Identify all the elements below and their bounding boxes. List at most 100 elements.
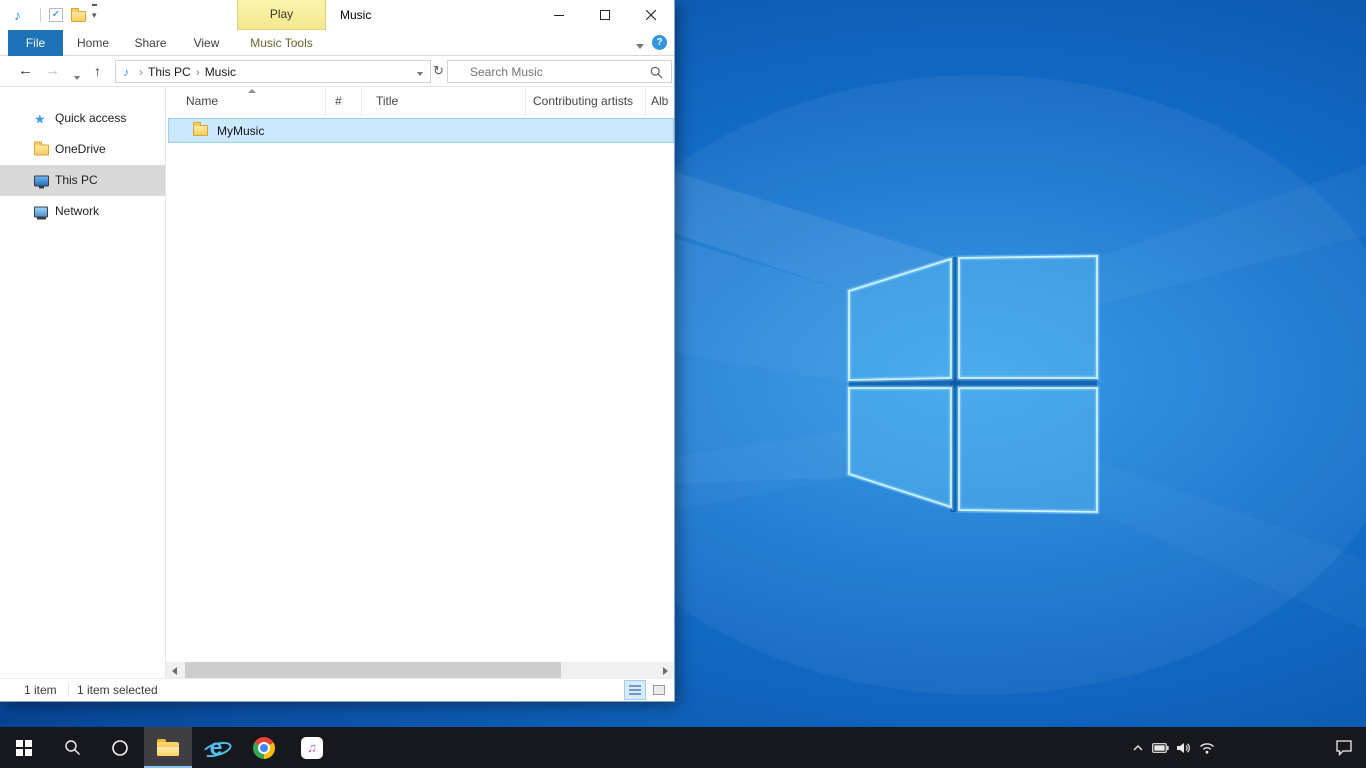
address-bar[interactable]: ♪ › This PC › Music bbox=[115, 60, 431, 83]
tab-view[interactable]: View bbox=[184, 30, 229, 56]
address-music-note-icon: ♪ bbox=[123, 65, 129, 79]
window-controls bbox=[536, 0, 674, 30]
search-icon bbox=[650, 66, 663, 79]
file-row-mymusic[interactable]: MyMusic bbox=[168, 118, 674, 143]
ribbon-collapse-chevron-icon[interactable] bbox=[636, 38, 644, 52]
file-name: MyMusic bbox=[217, 124, 264, 138]
minimize-button[interactable] bbox=[536, 0, 582, 30]
taskbar: e ♫ bbox=[0, 727, 1366, 768]
explorer-body: ★ Quick access OneDrive This PC Network bbox=[0, 87, 674, 679]
battery-icon bbox=[1152, 743, 1169, 753]
forward-button[interactable]: → bbox=[45, 56, 60, 86]
column-header-album[interactable]: Alb bbox=[646, 87, 675, 116]
scroll-right-button[interactable] bbox=[657, 662, 674, 679]
sidebar-item-this-pc[interactable]: This PC bbox=[0, 165, 165, 196]
column-header-artists[interactable]: Contributing artists bbox=[526, 87, 646, 116]
triangle-left-icon bbox=[172, 667, 177, 675]
column-header-number[interactable]: # bbox=[326, 87, 362, 116]
ribbon-tab-row: File Home Share View Music Tools ? bbox=[0, 30, 674, 56]
separator bbox=[40, 8, 41, 22]
help-button[interactable]: ? bbox=[652, 35, 667, 50]
thumbnails-view-button[interactable] bbox=[648, 680, 670, 700]
battery-button[interactable] bbox=[1149, 727, 1172, 768]
breadcrumb-chevron-icon[interactable]: › bbox=[139, 65, 143, 79]
tab-share[interactable]: Share bbox=[127, 30, 174, 56]
tab-home[interactable]: Home bbox=[70, 30, 116, 56]
contextual-group-label[interactable]: Play bbox=[237, 0, 326, 30]
navigation-pane: ★ Quick access OneDrive This PC Network bbox=[0, 87, 166, 679]
chrome-icon bbox=[253, 737, 275, 759]
address-dropdown-chevron-icon[interactable] bbox=[410, 65, 430, 79]
search-input[interactable] bbox=[448, 61, 671, 82]
sidebar-item-label: Quick access bbox=[55, 111, 126, 125]
details-view-button[interactable] bbox=[624, 680, 646, 700]
minimize-icon bbox=[554, 10, 564, 20]
sidebar-item-quick-access[interactable]: ★ Quick access bbox=[0, 103, 165, 134]
taskbar-itunes-button[interactable]: ♫ bbox=[288, 727, 336, 768]
itunes-icon: ♫ bbox=[301, 737, 323, 759]
window-title: Music bbox=[340, 0, 371, 30]
horizontal-scrollbar[interactable] bbox=[166, 662, 674, 679]
maximize-button[interactable] bbox=[582, 0, 628, 30]
taskbar-chrome-button[interactable] bbox=[240, 727, 288, 768]
sidebar-item-label: This PC bbox=[55, 173, 98, 187]
cortana-button[interactable] bbox=[96, 727, 144, 768]
volume-button[interactable] bbox=[1172, 727, 1195, 768]
tray-expand-button[interactable] bbox=[1126, 727, 1149, 768]
taskbar-internet-explorer-button[interactable]: e bbox=[192, 727, 240, 768]
sidebar-item-label: Network bbox=[55, 204, 99, 218]
file-explorer-icon bbox=[157, 739, 179, 756]
title-bar[interactable]: ♪ ✓ ▾ Play Music bbox=[0, 0, 674, 30]
sort-ascending-icon bbox=[248, 89, 256, 93]
search-icon bbox=[64, 739, 81, 756]
close-button[interactable] bbox=[628, 0, 674, 30]
network-icon bbox=[34, 206, 48, 217]
star-icon: ★ bbox=[34, 112, 46, 125]
sidebar-item-onedrive[interactable]: OneDrive bbox=[0, 134, 165, 165]
action-center-button[interactable] bbox=[1322, 727, 1366, 768]
close-icon bbox=[646, 10, 656, 20]
qat-customize-chevron-icon[interactable]: ▾ bbox=[92, 4, 97, 23]
thumbnails-view-icon bbox=[653, 685, 665, 695]
breadcrumb-chevron-icon[interactable]: › bbox=[196, 65, 200, 79]
scroll-left-button[interactable] bbox=[166, 662, 183, 679]
column-label: # bbox=[335, 94, 342, 108]
qat-folder-icon[interactable] bbox=[71, 9, 86, 23]
search-box[interactable] bbox=[447, 60, 672, 83]
separator bbox=[68, 683, 69, 697]
network-button[interactable] bbox=[1195, 727, 1218, 768]
sidebar-item-label: OneDrive bbox=[55, 142, 106, 156]
maximize-icon bbox=[600, 10, 610, 20]
recent-locations-chevron-icon[interactable] bbox=[74, 69, 80, 83]
start-button[interactable] bbox=[0, 727, 48, 768]
status-bar: 1 item 1 item selected bbox=[0, 678, 674, 701]
taskbar-file-explorer-button[interactable] bbox=[144, 727, 192, 768]
breadcrumb-music[interactable]: Music bbox=[205, 65, 236, 79]
cortana-circle-icon bbox=[111, 739, 129, 757]
tab-music-tools[interactable]: Music Tools bbox=[237, 30, 326, 56]
column-label: Contributing artists bbox=[533, 94, 633, 108]
wifi-icon bbox=[1199, 742, 1215, 754]
column-header-name[interactable]: Name bbox=[166, 87, 326, 116]
folder-icon bbox=[34, 144, 49, 155]
status-selected-count: 1 item selected bbox=[77, 679, 158, 701]
chevron-up-icon bbox=[1132, 742, 1144, 754]
triangle-right-icon bbox=[663, 667, 668, 675]
sidebar-item-network[interactable]: Network bbox=[0, 196, 165, 227]
tab-file[interactable]: File bbox=[8, 30, 63, 56]
back-button[interactable]: ← bbox=[18, 56, 33, 86]
column-header-title[interactable]: Title bbox=[362, 87, 526, 116]
internet-explorer-icon: e bbox=[203, 735, 229, 761]
view-toggle-group bbox=[624, 680, 670, 700]
music-note-icon: ♪ bbox=[14, 6, 21, 24]
taskbar-search-button[interactable] bbox=[48, 727, 96, 768]
column-label: Title bbox=[376, 94, 398, 108]
computer-icon bbox=[34, 175, 49, 186]
details-view-icon bbox=[629, 685, 641, 695]
refresh-button[interactable]: ↻ bbox=[433, 56, 444, 86]
scrollbar-thumb[interactable] bbox=[185, 662, 561, 679]
breadcrumb-this-pc[interactable]: This PC bbox=[148, 65, 191, 79]
action-center-icon bbox=[1335, 739, 1353, 756]
up-button[interactable]: ↑ bbox=[94, 56, 101, 86]
qat-check-icon[interactable]: ✓ bbox=[49, 8, 63, 22]
